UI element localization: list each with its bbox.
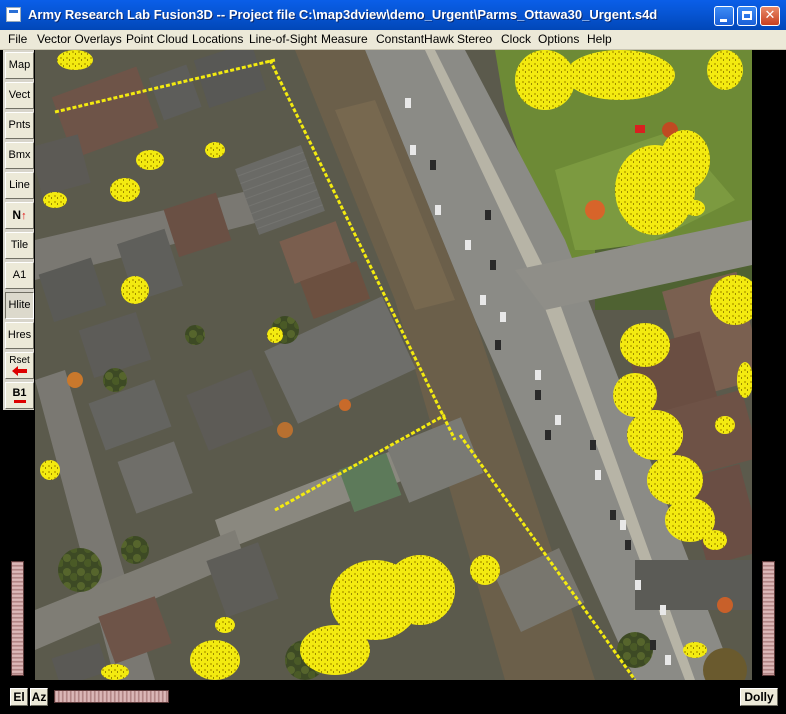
menu-vector-overlays[interactable]: Vector Overlays bbox=[37, 32, 122, 46]
bmx-button[interactable]: Bmx bbox=[5, 142, 34, 169]
bottom-bar: El Az Dolly bbox=[0, 684, 786, 714]
hres-button[interactable]: Hres bbox=[5, 322, 34, 349]
minimize-button[interactable] bbox=[714, 6, 734, 26]
b1-label: B1 bbox=[12, 387, 27, 399]
menu-line-of-sight[interactable]: Line-of-Sight bbox=[249, 32, 317, 46]
north-arrow-icon: ↑ bbox=[21, 210, 27, 222]
north-label: N bbox=[12, 208, 22, 222]
az-button[interactable]: Az bbox=[30, 688, 48, 706]
app-icon bbox=[6, 7, 21, 22]
el-button[interactable]: El bbox=[10, 688, 28, 706]
menu-options[interactable]: Options bbox=[538, 32, 579, 46]
menu-locations[interactable]: Locations bbox=[192, 32, 243, 46]
b1-underline-icon bbox=[14, 400, 26, 403]
pnts-button[interactable]: Pnts bbox=[5, 112, 34, 139]
hlite-button[interactable]: Hlite bbox=[5, 292, 34, 319]
menu-file[interactable]: File bbox=[8, 32, 27, 46]
map-button[interactable]: Map bbox=[5, 52, 34, 79]
menu-bar: File Vector Overlays Point Cloud Locatio… bbox=[0, 30, 786, 50]
title-bar[interactable]: Army Research Lab Fusion3D -- Project fi… bbox=[0, 0, 786, 31]
dolly-button[interactable]: Dolly bbox=[740, 688, 778, 706]
close-button[interactable]: ✕ bbox=[760, 6, 780, 26]
reset-arrow-shaft bbox=[17, 369, 27, 373]
app-window: Army Research Lab Fusion3D -- Project fi… bbox=[0, 0, 786, 714]
tile-button[interactable]: Tile bbox=[5, 232, 34, 259]
minimize-icon bbox=[720, 19, 727, 22]
menu-stereo[interactable]: Stereo bbox=[457, 32, 492, 46]
b1-button[interactable]: B1 bbox=[5, 382, 34, 409]
menu-clock[interactable]: Clock bbox=[501, 32, 531, 46]
menu-measure[interactable]: Measure bbox=[321, 32, 368, 46]
menu-help[interactable]: Help bbox=[587, 32, 612, 46]
close-icon: ✕ bbox=[764, 8, 776, 23]
north-up-button[interactable]: N↑ bbox=[5, 202, 34, 229]
rset-button[interactable]: Rset bbox=[5, 352, 34, 379]
menu-point-cloud[interactable]: Point Cloud bbox=[126, 32, 188, 46]
map-viewport[interactable] bbox=[35, 50, 752, 680]
menu-constanthawk[interactable]: ConstantHawk bbox=[376, 32, 454, 46]
dolly-slider[interactable] bbox=[762, 561, 775, 676]
vect-button[interactable]: Vect bbox=[5, 82, 34, 109]
elevation-slider[interactable] bbox=[11, 561, 24, 676]
line-button[interactable]: Line bbox=[5, 172, 34, 199]
maximize-button[interactable] bbox=[737, 6, 757, 26]
azimuth-slider[interactable] bbox=[54, 690, 169, 703]
aerial-map-image bbox=[35, 50, 752, 680]
a1-button[interactable]: A1 bbox=[5, 262, 34, 289]
window-title: Army Research Lab Fusion3D -- Project fi… bbox=[28, 7, 658, 22]
rset-label: Rset bbox=[9, 355, 30, 366]
maximize-icon bbox=[742, 11, 752, 20]
tool-column: Map Vect Pnts Bmx Line N↑ Tile A1 Hlite … bbox=[3, 50, 34, 410]
